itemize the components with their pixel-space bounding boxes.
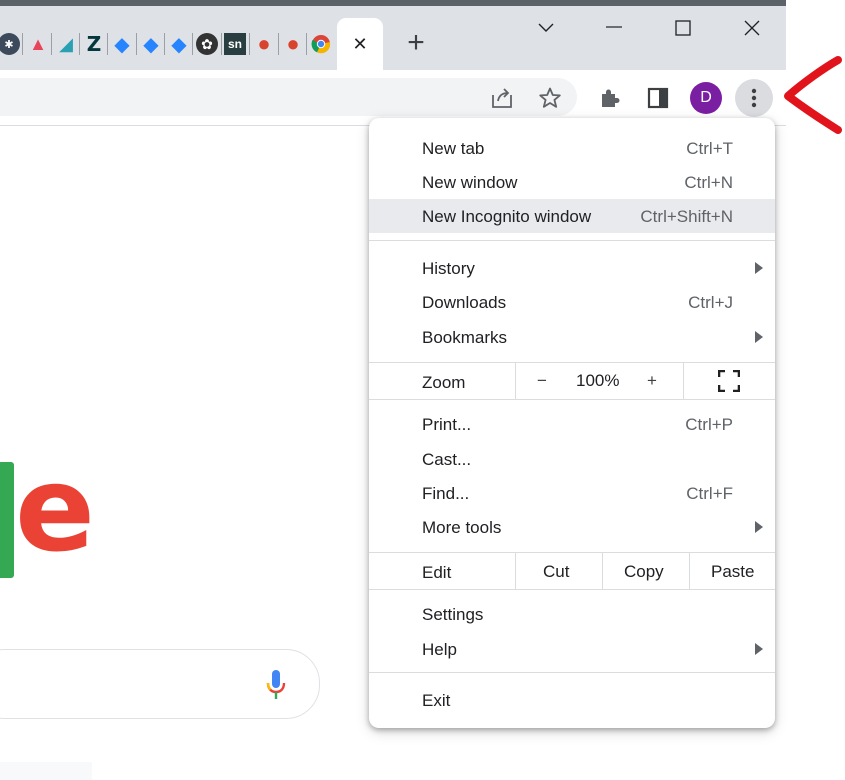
jira-favicon-icon[interactable]: ◆ [168,33,190,56]
tab-separator [192,33,193,55]
tab-separator [136,33,137,55]
zoom-in-button[interactable]: + [647,371,657,391]
menu-item-new-incognito-window[interactable]: New Incognito window Ctrl+Shift+N [369,199,775,233]
menu-item-bookmarks[interactable]: Bookmarks [369,320,775,354]
edit-divider [515,553,516,589]
cut-button[interactable]: Cut [543,562,569,582]
jira-favicon-icon[interactable]: ◆ [140,33,162,56]
chrome-main-menu: New tab Ctrl+T New window Ctrl+N New Inc… [369,118,775,728]
menu-item-new-window[interactable]: New window Ctrl+N [369,165,775,199]
footer-strip [0,762,92,780]
edit-divider [689,553,690,589]
tab-separator [22,33,23,55]
tab-separator [164,33,165,55]
menu-divider [369,399,775,400]
close-window-icon[interactable] [739,14,765,42]
submenu-arrow-icon [755,643,763,655]
jira-favicon-icon[interactable]: ◆ [111,33,133,56]
mountain-teal-favicon-icon[interactable]: ◢ [55,33,77,55]
zendesk-favicon-icon[interactable]: Z [83,32,105,56]
chrome-favicon-icon[interactable] [310,33,332,55]
menu-divider [369,240,775,241]
mountain-red-favicon-icon[interactable]: ▲ [27,33,49,55]
tab-separator [79,33,80,55]
zoom-level-value: 100% [576,371,620,390]
menu-item-new-tab[interactable]: New tab Ctrl+T [369,131,775,165]
menu-divider [369,589,775,590]
logo-letter-e: e [15,440,95,578]
menu-item-more-tools[interactable]: More tools [369,510,775,544]
menu-divider [369,362,775,363]
edit-divider [602,553,603,589]
tomato-favicon-icon[interactable]: ● [253,31,275,56]
menu-item-history[interactable]: History [369,251,775,285]
tomato-favicon-icon[interactable]: ● [282,31,304,56]
fullscreen-icon[interactable] [718,370,740,392]
menu-item-find[interactable]: Find... Ctrl+F [369,476,775,510]
new-tab-icon[interactable]: + [402,26,430,59]
menu-kebab-icon[interactable] [735,79,773,117]
tab-separator [51,33,52,55]
minimize-icon[interactable] [601,14,627,42]
menu-item-cast[interactable]: Cast... [369,442,775,476]
tab-separator [107,33,108,55]
window-top-edge [0,0,786,6]
side-panel-icon[interactable] [644,84,672,112]
extensions-puzzle-icon[interactable] [596,84,624,112]
zoom-out-button[interactable]: − [537,371,547,391]
tab-search-icon[interactable] [533,14,559,42]
flower-favicon-icon[interactable]: ✿ [196,33,218,55]
menu-item-exit[interactable]: Exit [369,683,775,717]
tab-separator [221,33,222,55]
submenu-arrow-icon [755,262,763,274]
menu-item-print[interactable]: Print... Ctrl+P [369,407,775,441]
red-arrow-annotation-icon [784,56,842,134]
menu-divider [369,552,775,553]
servicenow-favicon-icon[interactable]: sn [224,33,246,55]
copy-button[interactable]: Copy [624,562,664,582]
tab-separator [306,33,307,55]
close-tab-icon[interactable]: ✕ [349,33,371,55]
zoom-divider [515,363,516,399]
submenu-arrow-icon [755,331,763,343]
bookmark-star-icon[interactable] [536,84,564,112]
paste-button[interactable]: Paste [711,562,754,582]
submenu-arrow-icon [755,521,763,533]
maximize-icon[interactable] [670,14,696,42]
zoom-label: Zoom [422,373,466,392]
edit-label: Edit [422,563,452,582]
logo-letter-l [0,462,14,578]
tab-separator [278,33,279,55]
tab-separator [249,33,250,55]
menu-item-settings[interactable]: Settings [369,597,775,631]
voice-search-mic-icon[interactable] [263,668,289,702]
menu-item-downloads[interactable]: Downloads Ctrl+J [369,285,775,319]
menu-item-help[interactable]: Help [369,632,775,666]
zoom-divider [683,363,684,399]
menu-divider [369,672,775,673]
profile-avatar[interactable]: D [690,82,722,114]
share-icon[interactable] [488,85,516,111]
